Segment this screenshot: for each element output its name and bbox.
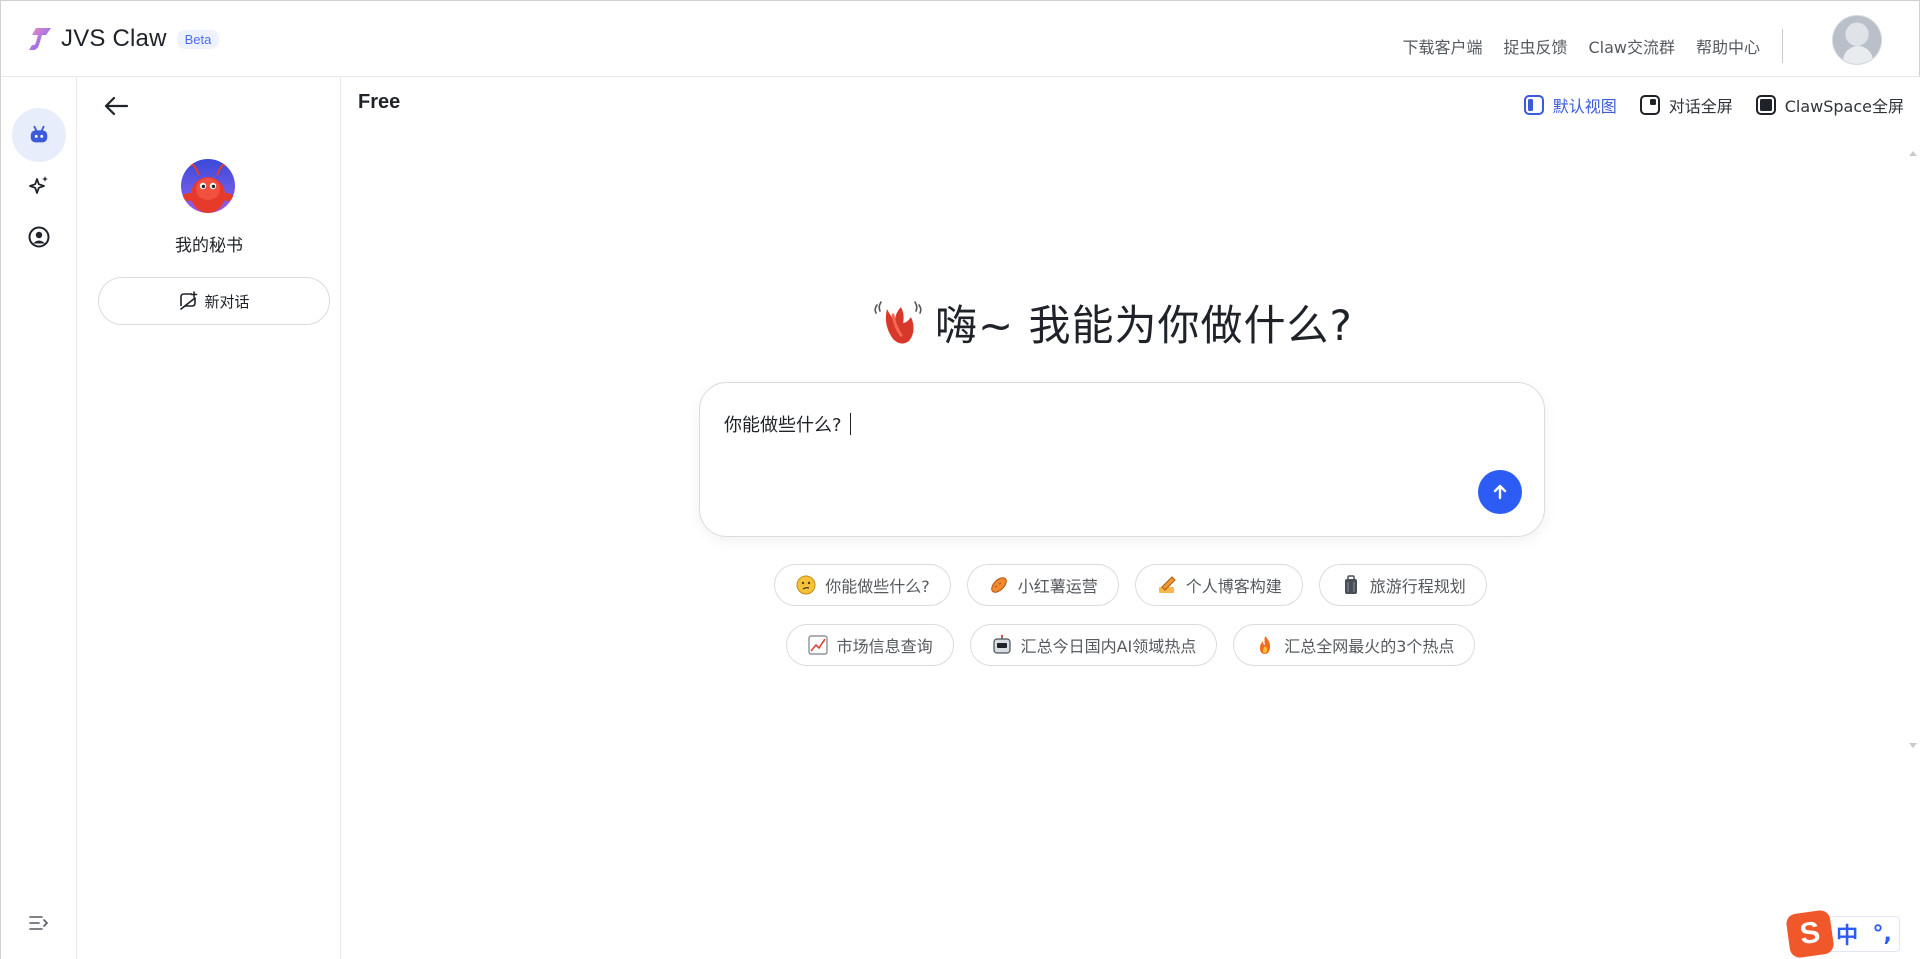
nav-divider [1782, 29, 1783, 63]
plan-label: Free [358, 91, 401, 113]
luggage-icon [1340, 574, 1362, 596]
agent-name: 我的秘书 [175, 236, 243, 256]
sogou-logo: S [1785, 909, 1835, 959]
suggestion-row-1: 你能做些什么? 小红薯运营 个人博客构建 旅游行程规划 [341, 564, 1920, 606]
new-chat-label: 新对话 [204, 292, 250, 311]
chat-input[interactable]: 你能做些什么? [724, 411, 851, 437]
writing-hand-icon [1156, 574, 1178, 596]
ime-punct: °, [1872, 921, 1892, 947]
ime-indicator[interactable]: S 中 °, [1785, 909, 1900, 959]
clawspace-fullscreen-label: ClawSpace全屏 [1784, 97, 1904, 116]
user-avatar[interactable] [1832, 15, 1882, 65]
rail-skills-button[interactable] [12, 159, 66, 213]
view-switcher: 默认视图 对话全屏 ClawSpace全屏 [1501, 93, 1904, 117]
app-name: JVS Claw [61, 25, 167, 52]
default-view-icon [1523, 95, 1544, 115]
suggestion-chip[interactable]: 市场信息查询 [785, 624, 954, 666]
ime-mode-box: 中 °, [1828, 916, 1900, 952]
suggestion-chip[interactable]: 小红薯运营 [966, 564, 1119, 606]
clawspace-fullscreen-button[interactable]: ClawSpace全屏 [1755, 93, 1904, 117]
bug-feedback-link[interactable]: 捉虫反馈 [1503, 34, 1567, 58]
chat-fullscreen-button[interactable]: 对话全屏 [1639, 93, 1733, 117]
suggestion-label: 小红薯运营 [1017, 577, 1098, 596]
send-button[interactable] [1478, 470, 1522, 514]
new-chat-button[interactable]: 新对话 [98, 277, 330, 325]
chat-fullscreen-icon [1639, 95, 1660, 115]
greeting: 嗨~ 我能为你做什么? [871, 292, 1353, 353]
sparkle-icon [29, 176, 48, 194]
main-area: Free 默认视图 对话全屏 ClawSpace全屏 嗨~ 我能为你做什么? 你… [341, 77, 1920, 959]
suggestion-chip[interactable]: 汇总全网最火的3个热点 [1233, 624, 1476, 666]
user-circle-icon [28, 226, 50, 248]
text-caret [849, 413, 851, 435]
robot-face-icon [991, 634, 1013, 656]
app-logo[interactable]: JVS Claw Beta [27, 25, 220, 53]
jvs-logo-icon [29, 28, 51, 51]
top-header: JVS Claw Beta 下载客户端 捉虫反馈 Claw交流群 帮助中心 [0, 0, 1920, 77]
fire-icon [1254, 634, 1276, 656]
suggestion-label: 旅游行程规划 [1369, 577, 1466, 596]
thinking-face-icon [795, 574, 817, 596]
new-chat-icon [180, 291, 198, 310]
chart-up-icon [807, 634, 829, 656]
scroll-down-arrow[interactable] [1909, 743, 1917, 748]
icon-rail [0, 77, 77, 959]
suggestion-label: 个人博客构建 [1185, 577, 1282, 596]
suggestion-label: 汇总全网最火的3个热点 [1284, 637, 1455, 656]
suggestion-label: 汇总今日国内AI领域热点 [1020, 637, 1197, 656]
lobster-claw-icon [874, 300, 922, 344]
scroll-up-arrow[interactable] [1909, 151, 1917, 156]
top-nav: 下载客户端 捉虫反馈 Claw交流群 帮助中心 [1381, 29, 1783, 63]
back-arrow-icon[interactable] [101, 91, 131, 121]
default-view-button[interactable]: 默认视图 [1523, 93, 1617, 117]
download-client-link[interactable]: 下载客户端 [1402, 34, 1482, 58]
suggestion-row-2: 市场信息查询 汇总今日国内AI领域热点 汇总全网最火的3个热点 [341, 624, 1920, 666]
rail-agent-button[interactable] [12, 108, 66, 162]
beta-badge: Beta [176, 29, 220, 49]
robot-icon [30, 125, 48, 143]
lobster-mascot-icon [183, 162, 233, 213]
chat-input-value: 你能做些什么? [724, 415, 842, 436]
sweet-potato-icon [988, 574, 1010, 596]
default-view-label: 默认视图 [1552, 97, 1617, 116]
suggestion-label: 市场信息查询 [836, 637, 933, 656]
rail-profile-button[interactable] [12, 210, 66, 264]
collapse-menu-icon[interactable] [28, 913, 50, 933]
suggestion-label: 你能做些什么? [825, 577, 930, 596]
chat-composer[interactable]: 你能做些什么? [699, 382, 1545, 537]
claw-group-link[interactable]: Claw交流群 [1588, 34, 1675, 58]
suggestion-chip[interactable]: 个人博客构建 [1134, 564, 1303, 606]
agent-avatar [181, 159, 235, 213]
agent-sidebar: 我的秘书 新对话 [77, 77, 341, 959]
help-center-link[interactable]: 帮助中心 [1696, 34, 1760, 58]
ime-mode: 中 [1836, 924, 1859, 949]
suggestion-chip[interactable]: 旅游行程规划 [1318, 564, 1487, 606]
arrow-up-icon [1493, 484, 1507, 500]
greeting-text: 嗨~ 我能为你做什么? [935, 301, 1353, 350]
chat-fullscreen-label: 对话全屏 [1668, 97, 1733, 116]
clawspace-fullscreen-icon [1755, 95, 1776, 115]
suggestion-chip[interactable]: 汇总今日国内AI领域热点 [969, 624, 1218, 666]
suggestion-chip[interactable]: 你能做些什么? [774, 564, 951, 606]
